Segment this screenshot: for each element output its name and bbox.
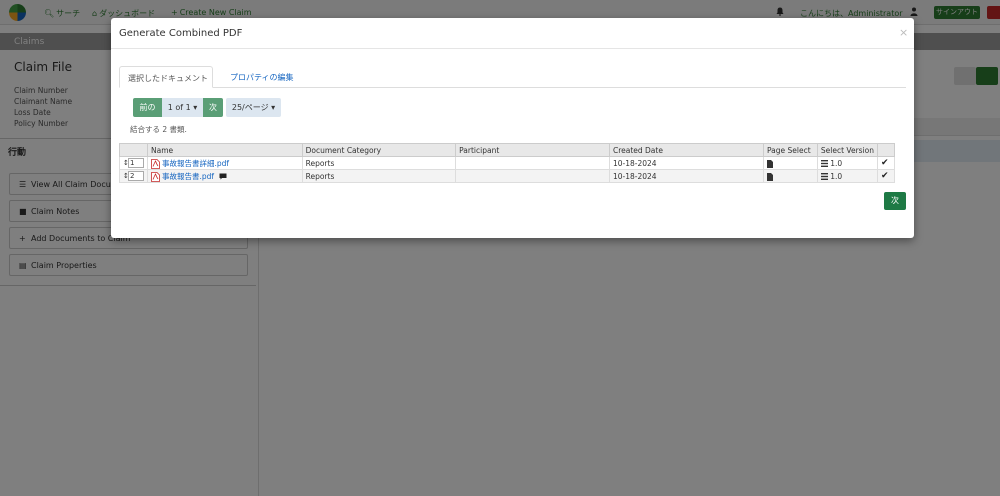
file-icon[interactable] <box>766 172 773 181</box>
check-icon[interactable]: ✔ <box>881 158 889 168</box>
order-input[interactable]: 2 <box>128 171 144 181</box>
column-header-check <box>877 143 895 157</box>
column-header-name[interactable]: Name <box>147 143 303 157</box>
next-page-button[interactable]: 次 <box>203 98 223 117</box>
list-icon <box>820 173 828 180</box>
document-link[interactable]: 事故報告書詳細.pdf <box>162 159 229 168</box>
select-version-cell[interactable]: 1.0 <box>816 156 879 170</box>
created-date-cell: 10-18-2024 <box>608 156 764 170</box>
check-cell: ✔ <box>877 156 895 170</box>
select-version-cell[interactable]: 1.0 <box>816 169 879 183</box>
table-row: ↕1 事故報告書詳細.pdf Reports 10-18-2024 1.0 ✔ <box>119 156 895 170</box>
check-cell: ✔ <box>877 169 895 183</box>
page-size-label: 25/ページ <box>231 103 269 112</box>
column-header-page-select: Page Select <box>762 143 818 157</box>
documents-table: Name Document Category Participant Creat… <box>119 143 895 183</box>
table-header-row: Name Document Category Participant Creat… <box>119 143 895 157</box>
name-cell: 事故報告書詳細.pdf <box>147 156 303 170</box>
page-size-dropdown[interactable]: 25/ページ ▾ <box>226 98 281 117</box>
close-icon[interactable]: × <box>899 26 908 39</box>
version-label: 1.0 <box>830 158 843 168</box>
order-input[interactable]: 1 <box>128 158 144 168</box>
page-select-dropdown[interactable]: 1 of 1 ▾ <box>162 98 203 117</box>
caret-down-icon: ▾ <box>193 103 198 112</box>
table-row: ↕2 事故報告書.pdf Reports 10-18-2024 1.0 ✔ <box>119 169 895 183</box>
order-cell: ↕2 <box>119 169 148 183</box>
page-select-cell <box>762 156 818 170</box>
modal-header: Generate Combined PDF × <box>111 18 914 49</box>
modal-tabs: 選択したドキュメント プロパティの編集 <box>119 66 906 88</box>
version-label: 1.0 <box>830 171 843 181</box>
page-count-label: 1 of 1 <box>167 103 191 112</box>
column-header-created-date[interactable]: Created Date <box>608 143 764 157</box>
column-header-category[interactable]: Document Category <box>301 143 457 157</box>
created-date-cell: 10-18-2024 <box>608 169 764 183</box>
column-header-select-version: Select Version <box>816 143 879 157</box>
participant-cell <box>455 156 610 170</box>
combine-count-text: 結合する 2 書類. <box>130 125 187 134</box>
comment-icon[interactable] <box>219 173 227 180</box>
pdf-icon <box>151 171 160 182</box>
page-select-cell <box>762 169 818 183</box>
pdf-icon <box>151 158 160 169</box>
tab-selected-documents[interactable]: 選択したドキュメント <box>119 66 213 88</box>
prev-page-button[interactable]: 前の <box>133 98 162 117</box>
modal-title: Generate Combined PDF <box>119 28 243 39</box>
document-link[interactable]: 事故報告書.pdf <box>162 172 214 181</box>
category-cell: Reports <box>301 156 457 170</box>
next-button[interactable]: 次 <box>884 192 906 210</box>
caret-down-icon: ▾ <box>271 103 276 112</box>
participant-cell <box>455 169 610 183</box>
generate-pdf-modal: Generate Combined PDF × 選択したドキュメント プロパティ… <box>111 18 914 238</box>
check-icon[interactable]: ✔ <box>881 171 889 181</box>
tab-edit-properties[interactable]: プロパティの編集 <box>222 66 302 88</box>
category-cell: Reports <box>301 169 457 183</box>
order-cell: ↕1 <box>119 156 148 170</box>
name-cell: 事故報告書.pdf <box>147 169 303 183</box>
column-header-participant[interactable]: Participant <box>455 143 610 157</box>
file-icon[interactable] <box>766 159 773 168</box>
column-header-order <box>119 143 148 157</box>
list-icon <box>820 160 828 167</box>
